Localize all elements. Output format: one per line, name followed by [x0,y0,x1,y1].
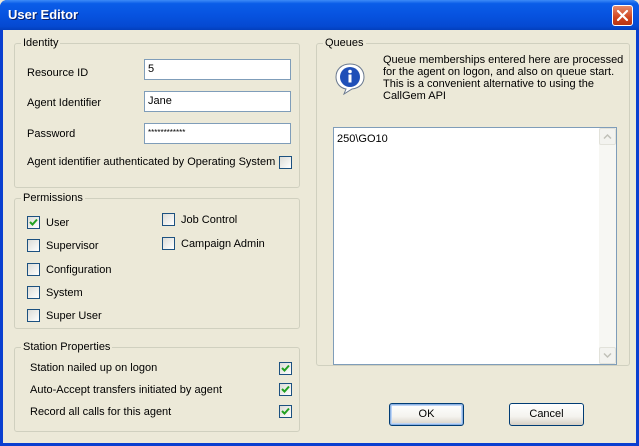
user-editor-window: User Editor Identity Resource ID 5 Agent… [0,0,639,446]
chevron-down-icon [603,352,612,359]
queues-group: Queues Queue memberships entered here ar… [316,37,630,366]
permission-campaign-admin-label: Campaign Admin [181,238,265,250]
agent-identifier-input[interactable]: Jane [144,91,291,112]
resource-id-input[interactable]: 5 [144,59,291,80]
check-icon [281,364,290,372]
check-icon [281,385,290,393]
queues-textarea[interactable]: 250\GO10 [333,127,617,365]
identity-legend: Identity [21,37,61,50]
queues-info-line-4: CallGem API [383,90,446,102]
permission-system-label: System [46,287,83,299]
dialog-body: Identity Resource ID 5 Agent Identifier … [3,30,636,443]
permission-supervisor-label: Supervisor [46,240,99,252]
scroll-down-button[interactable] [599,347,616,364]
permission-user-checkbox[interactable] [27,216,40,229]
close-button[interactable] [612,5,633,26]
chevron-up-icon [603,133,612,140]
check-icon [29,218,38,226]
password-label: Password [27,128,76,140]
resource-id-label: Resource ID [27,67,89,79]
close-icon [616,9,629,22]
queues-info-line-2: for the agent on logon, and also on queu… [383,66,615,78]
os-auth-checkbox[interactable] [279,156,292,169]
permissions-group: Permissions User Supervisor Configuratio… [14,192,300,329]
queues-info-line-1: Queue memberships entered here are proce… [383,54,624,66]
ok-button[interactable]: OK [389,403,464,426]
queues-info-line-3: This is a convenient alternative to usin… [383,78,594,90]
title-bar[interactable]: User Editor [0,0,639,30]
os-auth-label: Agent identifier authenticated by Operat… [27,156,276,168]
auto-accept-label: Auto-Accept transfers initiated by agent [30,384,222,396]
permission-system-checkbox[interactable] [27,286,40,299]
station-properties-legend: Station Properties [21,341,113,354]
station-nailed-up-checkbox[interactable] [279,362,292,375]
queue-entry: 250\GO10 [337,133,388,145]
permissions-legend: Permissions [21,192,85,205]
station-nailed-up-label: Station nailed up on logon [30,362,158,374]
password-input[interactable]: ************ [144,123,291,144]
scroll-up-button[interactable] [599,128,616,145]
permission-super-user-label: Super User [46,310,102,322]
permission-configuration-label: Configuration [46,264,112,276]
record-calls-checkbox[interactable] [279,405,292,418]
permission-configuration-checkbox[interactable] [27,263,40,276]
queues-scrollbar[interactable] [599,128,616,364]
queues-legend: Queues [323,37,366,50]
station-properties-group: Station Properties Station nailed up on … [14,341,300,432]
permission-campaign-admin-checkbox[interactable] [162,237,175,250]
permission-job-control-label: Job Control [181,214,238,226]
permission-super-user-checkbox[interactable] [27,309,40,322]
record-calls-label: Record all calls for this agent [30,406,172,418]
permission-user-label: User [46,217,70,229]
permission-supervisor-checkbox[interactable] [27,239,40,252]
auto-accept-checkbox[interactable] [279,383,292,396]
cancel-button[interactable]: Cancel [509,403,584,426]
identity-group: Identity Resource ID 5 Agent Identifier … [14,37,300,188]
check-icon [281,407,290,415]
permission-job-control-checkbox[interactable] [162,213,175,226]
window-title: User Editor [8,7,79,22]
info-icon [335,63,365,95]
agent-identifier-label: Agent Identifier [27,97,101,109]
